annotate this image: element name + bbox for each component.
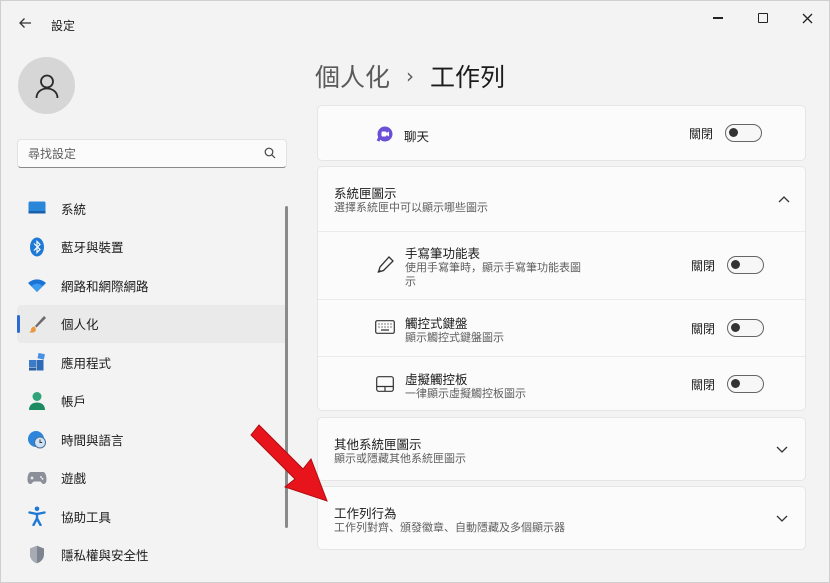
pen-menu-toggle-group: 關閉 <box>691 256 764 274</box>
chat-toggle-group: 關閉 <box>689 124 762 142</box>
tray-icons-card: 系統匣圖示 選擇系統匣中可以顯示哪些圖示 手寫筆功能表 使用手寫筆時，顯示手寫筆… <box>317 166 806 411</box>
virtual-touchpad-toggle-group: 關閉 <box>691 375 764 393</box>
touch-keyboard-toggle[interactable] <box>727 319 764 337</box>
chat-toggle-state: 關閉 <box>688 126 713 141</box>
pen-menu-subtitle: 使用手寫筆時，顯示手寫筆功能表圖 <box>405 261 581 274</box>
taskbar-behaviors-card[interactable]: 工作列行為 工作列對齊、頒發徽章、自動隱藏及多個顯示器 <box>317 486 806 550</box>
pen-icon <box>374 254 396 276</box>
page-title: 工作列 <box>430 63 506 92</box>
sidebar-item-accounts[interactable]: 帳戶 <box>17 382 287 421</box>
maximize-icon <box>758 13 768 23</box>
tray-icons-header[interactable]: 系統匣圖示 選擇系統匣中可以顯示哪些圖示 <box>318 167 807 231</box>
keyboard-icon <box>374 316 396 338</box>
breadcrumb-parent[interactable]: 個人化 <box>315 58 390 94</box>
apps-icon <box>27 352 47 372</box>
sidebar-item-apps[interactable]: 應用程式 <box>17 343 287 382</box>
pen-menu-toggle-state: 關閉 <box>690 258 715 273</box>
pen-menu-row: 手寫筆功能表 使用手寫筆時，顯示手寫筆功能表圖 示 關閉 <box>318 232 807 299</box>
minimize-icon <box>713 17 723 19</box>
close-button[interactable] <box>787 7 827 29</box>
pen-menu-toggle[interactable] <box>727 256 764 274</box>
sidebar-item-label: 協助工具 <box>61 509 112 525</box>
sidebar-item-label: 帳戶 <box>61 394 87 410</box>
maximize-button[interactable] <box>743 7 783 29</box>
search-box[interactable] <box>17 139 287 168</box>
user-icon <box>35 74 58 98</box>
virtual-touchpad-toggle-state: 關閉 <box>690 377 715 392</box>
sidebar-item-label: 網路和網際網路 <box>61 278 149 294</box>
app-title: 設定 <box>51 19 76 33</box>
virtual-touchpad-row: 虛擬觸控板 一律顯示虛擬觸控板圖示 關閉 <box>318 357 807 412</box>
toggle-knob <box>731 323 740 332</box>
sidebar-item-label: 個人化 <box>61 317 99 333</box>
sidebar-nav: 系統 藍牙與裝置 網路和網際網路 個人化 應用程式 帳戶 時間與語言 遊戲 協助… <box>17 189 287 574</box>
search-input[interactable] <box>28 146 258 162</box>
pen-menu-subtitle-cont: 示 <box>405 275 416 288</box>
toggle-knob <box>731 379 740 388</box>
user-avatar[interactable] <box>18 57 75 114</box>
virtual-touchpad-title: 虛擬觸控板 <box>405 372 468 387</box>
sidebar-item-personalization[interactable]: 個人化 <box>17 304 287 343</box>
touch-keyboard-toggle-state: 關閉 <box>690 321 715 336</box>
virtual-touchpad-toggle[interactable] <box>727 375 764 393</box>
other-tray-icons-subtitle: 顯示或隱藏其他系統匣圖示 <box>334 452 466 465</box>
touch-keyboard-subtitle: 顯示觸控式鍵盤圖示 <box>405 331 504 344</box>
sidebar-item-label: 藍牙與裝置 <box>61 240 124 256</box>
title-bar: 設定 <box>1 1 829 41</box>
breadcrumb-separator: › <box>406 64 415 88</box>
gamepad-icon <box>27 468 47 488</box>
sidebar-item-label: 時間與語言 <box>61 432 124 448</box>
sidebar-item-label: 隱私權與安全性 <box>61 548 149 564</box>
breadcrumb: 個人化 › 工作列 <box>315 58 505 94</box>
tray-icons-title: 系統匣圖示 <box>334 186 397 201</box>
virtual-touchpad-subtitle: 一律顯示虛擬觸控板圖示 <box>405 387 526 400</box>
wifi-icon <box>27 275 47 295</box>
tray-icons-subtitle: 選擇系統匣中可以顯示哪些圖示 <box>334 201 488 214</box>
sidebar-item-system[interactable]: 系統 <box>17 189 287 228</box>
chat-label: 聊天 <box>404 129 430 144</box>
pen-menu-title: 手寫筆功能表 <box>405 246 481 261</box>
other-tray-icons-card[interactable]: 其他系統匣圖示 顯示或隱藏其他系統匣圖示 <box>317 417 806 481</box>
bluetooth-icon <box>27 237 47 257</box>
taskbar-behaviors-title: 工作列行為 <box>334 506 397 521</box>
back-button[interactable] <box>13 11 37 35</box>
chat-icon <box>374 123 396 145</box>
other-tray-icons-title: 其他系統匣圖示 <box>334 437 422 452</box>
sidebar-item-privacy[interactable]: 隱私權與安全性 <box>17 536 287 575</box>
toggle-knob <box>731 260 740 269</box>
search-icon[interactable] <box>264 147 276 159</box>
sidebar-item-label: 遊戲 <box>61 471 87 487</box>
chevron-down-icon[interactable] <box>775 443 789 457</box>
chevron-up-icon[interactable] <box>777 192 791 206</box>
chevron-down-icon[interactable] <box>775 512 789 526</box>
touch-keyboard-toggle-group: 關閉 <box>691 319 764 337</box>
close-icon <box>802 13 812 23</box>
account-icon <box>27 391 47 411</box>
annotation-arrow-icon <box>250 424 328 502</box>
back-arrow-icon <box>19 18 31 28</box>
sidebar-item-bluetooth[interactable]: 藍牙與裝置 <box>17 228 287 267</box>
settings-window: 設定 系統 藍牙與裝置 網路和網際網路 <box>0 0 830 583</box>
sidebar-item-network[interactable]: 網路和網際網路 <box>17 266 287 305</box>
accessibility-icon <box>27 506 47 527</box>
sidebar-item-label: 應用程式 <box>61 355 112 371</box>
brush-icon <box>27 314 47 334</box>
chat-toggle[interactable] <box>725 124 762 142</box>
shield-icon <box>27 545 47 565</box>
chat-card: 聊天 關閉 <box>317 105 806 161</box>
toggle-knob <box>729 128 738 137</box>
minimize-button[interactable] <box>698 7 738 29</box>
touchpad-icon <box>374 373 396 395</box>
clock-globe-icon <box>27 429 47 449</box>
touch-keyboard-title: 觸控式鍵盤 <box>405 316 468 331</box>
touch-keyboard-row: 觸控式鍵盤 顯示觸控式鍵盤圖示 關閉 <box>318 300 807 356</box>
sidebar-item-label: 系統 <box>61 201 87 217</box>
system-icon <box>27 198 47 218</box>
taskbar-behaviors-subtitle: 工作列對齊、頒發徽章、自動隱藏及多個顯示器 <box>334 521 565 534</box>
